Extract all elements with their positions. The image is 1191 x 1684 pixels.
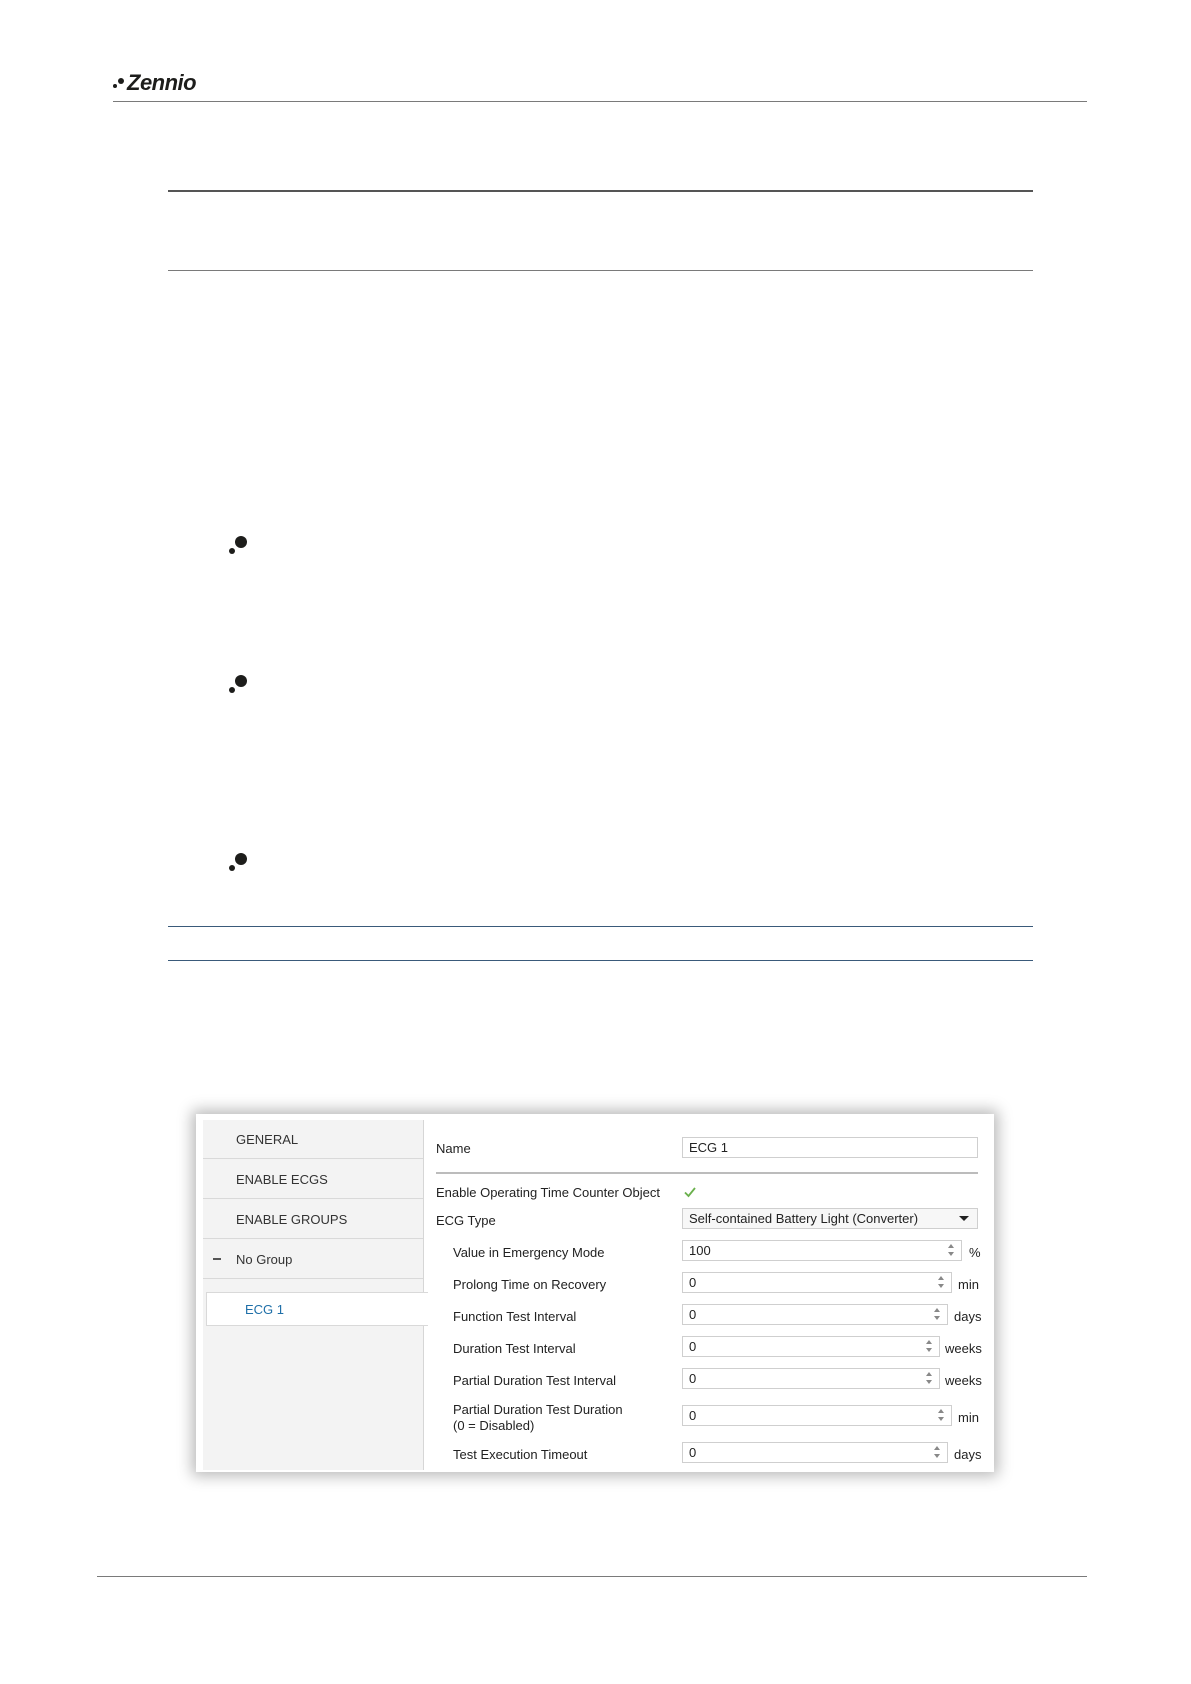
duration-test-label: Duration Test Interval <box>453 1341 576 1356</box>
partial-interval-stepper[interactable]: 0 <box>682 1368 940 1389</box>
sidebar-item-label: ENABLE GROUPS <box>236 1211 348 1227</box>
emergency-value-unit: % <box>969 1245 981 1260</box>
prolong-time-stepper[interactable]: 0 <box>682 1272 952 1293</box>
timeout-stepper[interactable]: 0 <box>682 1442 948 1463</box>
name-label: Name <box>436 1141 471 1156</box>
spinner-arrows-icon[interactable] <box>938 1275 946 1290</box>
duration-test-stepper[interactable]: 0 <box>682 1336 940 1357</box>
logo-text: Zennio <box>127 70 197 95</box>
emergency-value: 100 <box>689 1243 711 1258</box>
name-divider <box>436 1172 978 1174</box>
timeout-unit: days <box>954 1447 982 1462</box>
duration-test-unit: weeks <box>945 1341 982 1356</box>
note-top-rule <box>168 926 1033 927</box>
sidebar-item-enable-groups[interactable]: ENABLE GROUPS <box>203 1200 423 1239</box>
sidebar-item-label: No Group <box>236 1251 293 1267</box>
spinner-arrows-icon[interactable] <box>948 1243 956 1258</box>
sidebar-item-label: ECG 1 <box>245 1301 285 1317</box>
partial-duration-unit: min <box>958 1410 979 1425</box>
operating-counter-label: Enable Operating Time Counter Object <box>436 1185 661 1200</box>
brand-logo: Zennio <box>113 70 197 96</box>
function-test-unit: days <box>954 1309 982 1324</box>
timeout-value: 0 <box>689 1445 697 1460</box>
footer-divider <box>97 1576 1087 1577</box>
sidebar-item-ecg-1[interactable]: ECG 1 <box>206 1292 428 1326</box>
prolong-time-value: 0 <box>689 1275 697 1290</box>
prolong-time-unit: min <box>958 1277 979 1292</box>
emergency-value-label: Value in Emergency Mode <box>453 1245 605 1260</box>
partial-interval-label: Partial Duration Test Interval <box>453 1373 617 1388</box>
ecg-type-label: ECG Type <box>436 1213 496 1228</box>
partial-duration-stepper[interactable]: 0 <box>682 1405 952 1426</box>
table-top-rule <box>168 190 1033 192</box>
function-test-stepper[interactable]: 0 <box>682 1304 948 1325</box>
spinner-arrows-icon[interactable] <box>934 1307 942 1322</box>
note-bottom-rule <box>168 960 1033 961</box>
duration-test-value: 0 <box>689 1339 697 1354</box>
sidebar-item-enable-ecgs[interactable]: ENABLE ECGS <box>203 1160 423 1199</box>
name-input[interactable]: ECG 1 <box>682 1137 978 1158</box>
prolong-time-label: Prolong Time on Recovery <box>453 1277 607 1292</box>
spinner-arrows-icon[interactable] <box>938 1408 946 1423</box>
partial-duration-value: 0 <box>689 1408 697 1423</box>
bullet-icon <box>226 851 248 873</box>
parameters-sidebar: GENERAL ENABLE ECGS ENABLE GROUPS No Gro… <box>203 1120 428 1470</box>
sidebar-item-no-group[interactable]: No Group <box>203 1240 423 1279</box>
spinner-arrows-icon[interactable] <box>926 1371 934 1386</box>
partial-duration-label: Partial Duration Test Duration <box>453 1402 623 1417</box>
ecg-type-value: Self-contained Battery Light (Converter) <box>689 1211 919 1226</box>
partial-interval-value: 0 <box>689 1371 697 1386</box>
table-bottom-rule <box>168 270 1033 271</box>
sidebar-item-general[interactable]: GENERAL <box>203 1120 423 1159</box>
sidebar-item-label: GENERAL <box>236 1131 299 1147</box>
spinner-arrows-icon[interactable] <box>926 1339 934 1354</box>
partial-duration-sublabel: (0 = Disabled) <box>453 1418 535 1433</box>
sidebar-item-label: ENABLE ECGS <box>236 1171 328 1187</box>
bullet-icon <box>226 673 248 695</box>
header-divider <box>113 101 1087 102</box>
logo-dots-icon <box>113 77 125 89</box>
name-value: ECG 1 <box>689 1140 729 1155</box>
function-test-label: Function Test Interval <box>453 1309 577 1324</box>
collapse-icon[interactable] <box>213 1258 221 1260</box>
bullet-icon <box>226 534 248 556</box>
timeout-label: Test Execution Timeout <box>453 1447 588 1462</box>
chevron-down-icon <box>959 1216 969 1221</box>
emergency-value-stepper[interactable]: 100 <box>682 1240 962 1261</box>
checkmark-icon[interactable] <box>683 1185 697 1199</box>
spinner-arrows-icon[interactable] <box>934 1445 942 1460</box>
function-test-value: 0 <box>689 1307 697 1322</box>
partial-interval-unit: weeks <box>945 1373 982 1388</box>
ecg-type-select[interactable]: Self-contained Battery Light (Converter) <box>682 1208 978 1229</box>
